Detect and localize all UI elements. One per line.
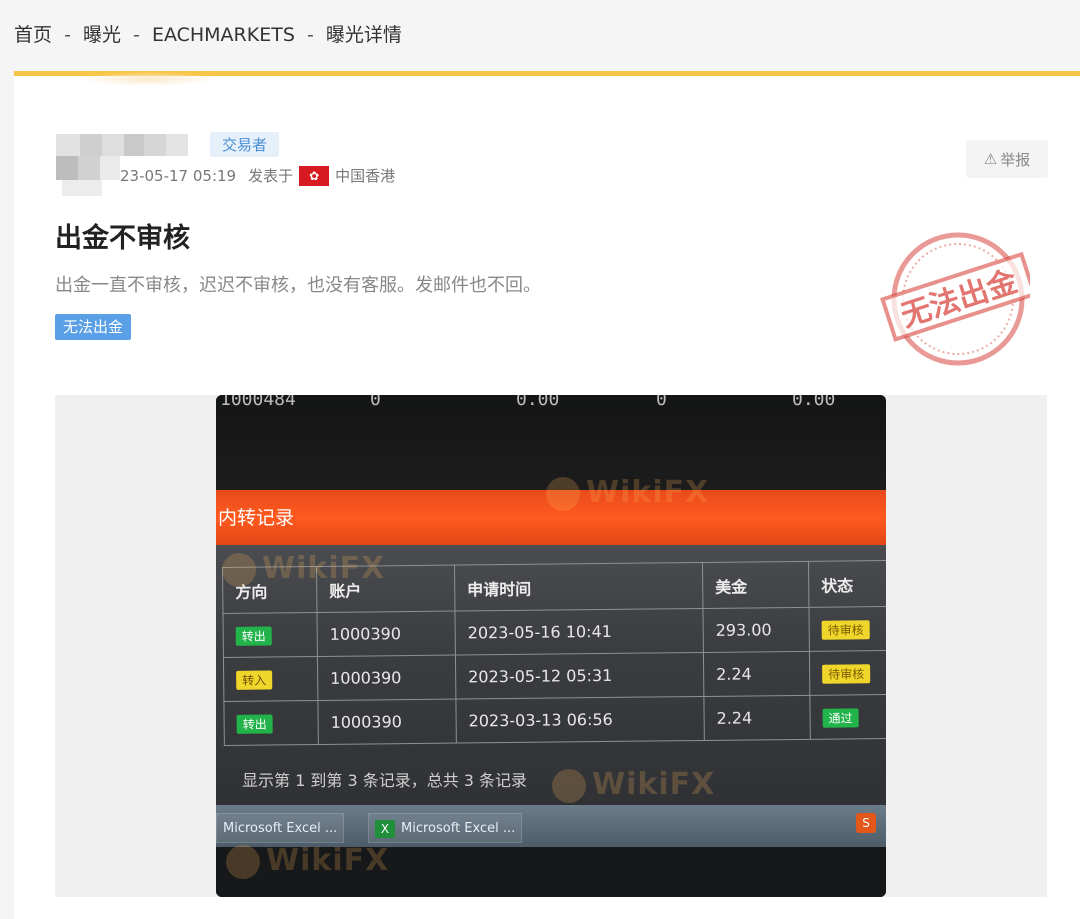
post-title: 出金不审核 [55, 223, 190, 254]
warning-icon: ⚠ [983, 150, 998, 168]
post-description: 出金一直不审核，迟迟不审核，也没有客服。发邮件也不回。 [55, 275, 541, 296]
table-row: 转出 1000390 2023-03-13 06:56 2.24 通过 [223, 694, 886, 746]
hong-kong-flag-icon: ✿ [299, 165, 330, 186]
photo-panel-title: 内转记录 [218, 507, 295, 529]
time-cell: 2023-03-13 06:56 [455, 696, 705, 744]
watermark: WikiFX [222, 551, 385, 587]
post-date: 23-05-17 05:19 [120, 166, 237, 185]
watermark: WikiFX [226, 843, 389, 879]
account-cell: 1000390 [316, 611, 456, 657]
direction-badge: 转出 [236, 713, 273, 734]
issue-type-tag: 无法出金 [55, 314, 132, 340]
report-button[interactable]: ⚠ 举报 [966, 140, 1048, 178]
usd-cell: 293.00 [702, 607, 810, 653]
col-status: 状态 [808, 560, 886, 608]
breadcrumb-home[interactable]: 首页 [14, 24, 52, 46]
photo-taskbar: Microsoft Excel ... X Microsoft Excel ...… [216, 805, 886, 847]
table-row: 转出 1000390 2023-05-16 10:41 293.00 待审核 [222, 606, 886, 658]
attachment-image-area: 1000484 0 0.00 0 0.00 内转记录 方向 账户 申请时间 美金 [55, 395, 1047, 897]
excel-icon: X [375, 819, 395, 838]
time-cell: 2023-05-16 10:41 [454, 608, 704, 656]
direction-badge: 转入 [236, 669, 273, 690]
top-value: 0.00 [516, 395, 560, 410]
status-badge: 通过 [822, 707, 859, 728]
user-role-tag: 交易者 [210, 132, 280, 157]
tray-icon: S [856, 813, 876, 833]
post-region: 中国香港 [335, 167, 396, 185]
usd-cell: 2.24 [703, 695, 811, 741]
taskbar-item: X Microsoft Excel ... [368, 813, 523, 843]
card-highlight [78, 72, 218, 86]
exposure-card: 交易者 23-05-17 05:19 发表于 ✿ 中国香港 ⚠ 举报 出金不审核… [14, 71, 1080, 919]
col-usd: 美金 [702, 561, 809, 609]
wikifx-logo-icon [546, 476, 580, 511]
report-label: 举报 [1000, 150, 1031, 169]
usd-cell: 2.24 [703, 651, 810, 697]
post-meta: 23-05-17 05:19 发表于 ✿ 中国香港 [120, 165, 395, 186]
breadcrumb-current: 曝光详情 [325, 24, 402, 46]
attachment-photo[interactable]: 1000484 0 0.00 0 0.00 内转记录 方向 账户 申请时间 美金 [216, 395, 886, 897]
table-footer: 显示第 1 到第 3 条记录，总共 3 条记录 [242, 771, 528, 790]
wikifx-logo-icon [222, 552, 256, 587]
breadcrumb-separator: - [64, 24, 71, 46]
top-value: 0 [370, 395, 381, 410]
watermark: WikiFX [546, 475, 709, 511]
direction-badge: 转出 [235, 625, 272, 646]
breadcrumb-broker[interactable]: EACHMARKETS [152, 24, 295, 46]
account-cell: 1000390 [317, 699, 457, 745]
posted-from-label: 发表于 [248, 167, 294, 185]
time-cell: 2023-05-12 05:31 [455, 652, 704, 700]
top-value: 0 [656, 395, 667, 410]
wikifx-logo-icon [552, 768, 586, 803]
wikifx-logo-icon [226, 844, 260, 879]
status-badge: 待审核 [821, 619, 870, 640]
status-badge: 待审核 [822, 663, 871, 684]
breadcrumb: 首页 - 曝光 - EACHMARKETS - 曝光详情 [14, 20, 402, 47]
stamp-seal: 无法出金 [880, 232, 1030, 366]
table-row: 转入 1000390 2023-05-12 05:31 2.24 待审核 [223, 650, 886, 702]
account-cell: 1000390 [317, 655, 456, 701]
col-time: 申请时间 [454, 562, 703, 612]
breadcrumb-exposure[interactable]: 曝光 [83, 24, 121, 46]
transfer-record-table: 方向 账户 申请时间 美金 状态 转出 1000390 2023-05-16 1… [222, 560, 886, 746]
top-value: 1000484 [220, 395, 296, 410]
breadcrumb-separator: - [133, 24, 140, 46]
breadcrumb-separator: - [306, 24, 314, 46]
top-value: 0.00 [792, 395, 836, 410]
taskbar-item: Microsoft Excel ... [216, 813, 345, 843]
watermark: WikiFX [552, 767, 715, 803]
